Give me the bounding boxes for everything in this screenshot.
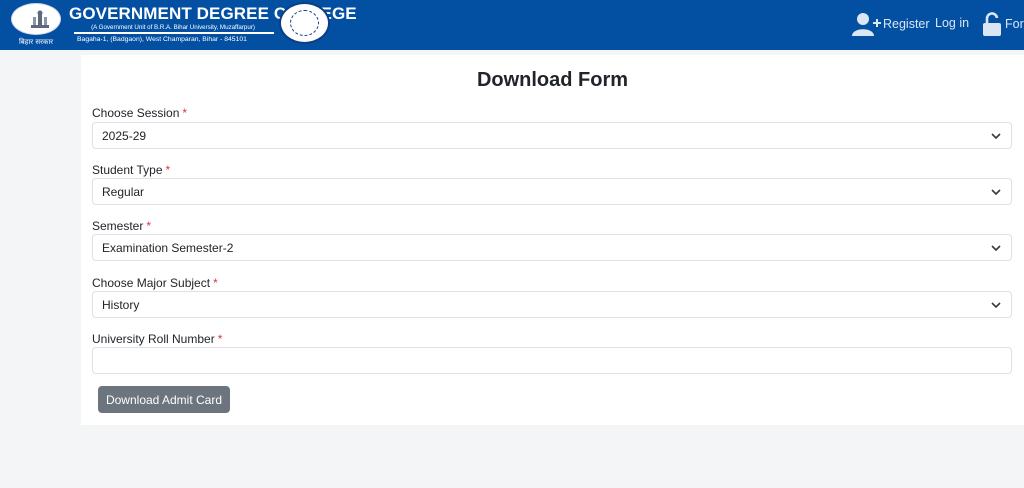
roll-number-label-text: University Roll Number [92,332,215,346]
roll-number-input[interactable] [92,347,1012,374]
college-seal-logo [279,2,330,44]
required-marker: * [146,219,152,233]
user-plus-icon [852,13,881,36]
major-subject-label: Choose Major Subject * [92,276,218,290]
register-label: Register [883,17,930,31]
semester-selected-value: Examination Semester-2 [102,241,234,255]
college-affiliation: (A Government Unit of B.R.A. Bihar Unive… [91,24,255,31]
session-label: Choose Session * [92,106,187,120]
login-link[interactable]: Log in [935,16,969,30]
major-subject-selected-value: History [102,298,140,312]
register-link[interactable]: Register [852,11,930,37]
session-selected-value: 2025-29 [102,129,147,143]
required-marker: * [182,106,188,120]
seal-ring [290,10,319,36]
session-select[interactable]: 2025-29 [92,122,1012,149]
page-title: Download Form [476,69,629,91]
required-marker: * [217,332,223,346]
emblem-caption: बिहार सरकार [18,38,54,46]
semester-select[interactable]: Examination Semester-2 [92,234,1012,261]
required-marker: * [165,163,171,177]
session-label-text: Choose Session [92,106,180,120]
required-marker: * [213,276,218,290]
semester-label-text: Semester [92,219,144,233]
major-subject-label-text: Choose Major Subject [92,276,211,290]
student-type-select[interactable]: Regular [92,178,1012,205]
college-address: Bagaha-1, (Badgaon), West Champaran, Bih… [77,36,247,43]
roll-number-label: University Roll Number * [92,332,222,346]
chevron-down-icon [991,302,1001,309]
chevron-down-icon [991,189,1001,196]
bihar-government-emblem: बिहार सरकार [8,3,64,47]
emblem-icon [31,10,49,28]
download-admit-card-button[interactable]: Download Admit Card [98,386,230,413]
student-type-selected-value: Regular [102,185,145,199]
form-link[interactable]: For [982,11,1024,37]
download-form-card: Download Form Choose Session * 2025-29 St… [81,55,1024,425]
top-navbar: बिहार सरकार GOVERNMENT DEGREE COLLEGE (A… [0,0,1024,50]
emblem-badge [11,3,61,35]
major-subject-select[interactable]: History [92,291,1012,318]
header-divider [74,32,274,34]
student-type-label: Student Type * [92,163,170,177]
unlock-icon [983,12,1001,36]
semester-label: Semester * [92,219,151,233]
chevron-down-icon [991,245,1001,252]
form-link-label: For [1005,17,1024,31]
student-type-label-text: Student Type [92,163,163,177]
chevron-down-icon [991,133,1001,140]
